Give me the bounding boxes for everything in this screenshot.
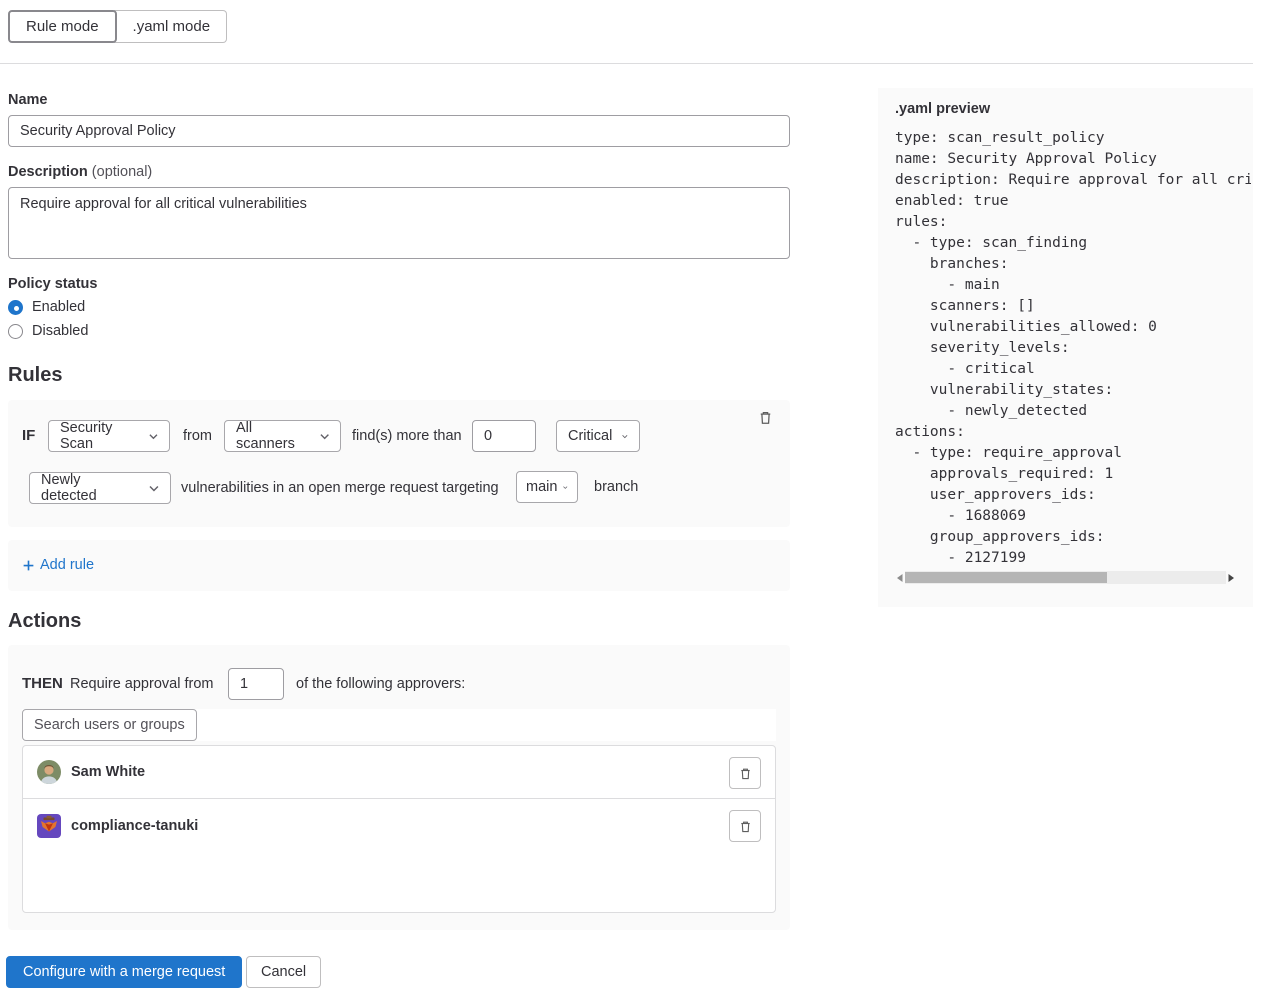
configure-merge-request-button[interactable]: Configure with a merge request xyxy=(6,956,242,988)
branch-label: branch xyxy=(594,479,638,495)
rules-heading: Rules xyxy=(8,364,62,387)
yaml-preview-title: .yaml preview xyxy=(895,101,990,117)
rule-mode-tab[interactable]: Rule mode xyxy=(8,10,117,43)
policy-status-disabled-radio[interactable]: Disabled xyxy=(8,323,88,339)
approvals-required-input[interactable] xyxy=(228,668,284,700)
chevron-down-icon xyxy=(149,433,158,440)
then-label: THEN xyxy=(22,675,63,692)
scroll-right-icon[interactable] xyxy=(1226,571,1236,584)
approver-name: Sam White xyxy=(71,764,145,780)
from-label: from xyxy=(183,428,212,444)
mode-toggle: Rule mode .yaml mode xyxy=(8,10,227,43)
remove-approver-button[interactable] xyxy=(729,757,761,789)
radio-selected-icon xyxy=(8,300,23,315)
radio-unselected-icon xyxy=(8,324,23,339)
severity-dropdown[interactable]: Critical xyxy=(556,420,640,452)
branch-value: main xyxy=(526,479,557,495)
scan-type-dropdown[interactable]: Security Scan xyxy=(48,420,170,452)
scrollbar-thumb[interactable] xyxy=(905,572,1107,583)
header-divider xyxy=(0,63,1253,64)
actions-heading: Actions xyxy=(8,610,81,633)
chevron-down-icon xyxy=(563,484,568,491)
name-label: Name xyxy=(8,92,48,108)
approver-search-strip: Search users or groups xyxy=(22,709,776,741)
chevron-down-icon xyxy=(149,485,159,492)
scrollbar-track[interactable] xyxy=(905,571,1226,584)
trash-icon xyxy=(738,819,753,834)
vulnerability-state-dropdown[interactable]: Newly detected xyxy=(29,472,171,504)
add-rule-label: Add rule xyxy=(40,557,94,573)
add-rule-card: Add rule xyxy=(8,540,790,591)
plus-icon xyxy=(22,559,35,572)
vulnerability-state-value: Newly detected xyxy=(41,472,139,504)
vulnerabilities-allowed-input[interactable] xyxy=(472,420,536,452)
if-label: IF xyxy=(22,427,35,444)
rule-card: IF Security Scan from All scanners find(… xyxy=(8,400,790,527)
horizontal-scrollbar[interactable] xyxy=(895,571,1236,584)
targeting-label: vulnerabilities in an open merge request… xyxy=(181,480,499,496)
require-approval-label: Require approval from xyxy=(70,676,213,692)
policy-status-label: Policy status xyxy=(8,276,97,292)
approver-search-input[interactable]: Search users or groups xyxy=(22,709,197,741)
scanners-dropdown[interactable]: All scanners xyxy=(224,420,341,452)
description-input[interactable]: Require approval for all critical vulner… xyxy=(8,187,790,259)
add-rule-button[interactable]: Add rule xyxy=(22,557,94,573)
trash-icon xyxy=(757,409,774,426)
branch-dropdown[interactable]: main xyxy=(516,471,578,503)
list-item: Sam White xyxy=(23,746,775,799)
policy-editor-page: Rule mode .yaml mode Name Description (o… xyxy=(0,0,1264,1006)
scanners-value: All scanners xyxy=(236,420,310,452)
list-item: compliance-tanuki xyxy=(23,799,775,852)
disabled-radio-label: Disabled xyxy=(32,323,88,339)
description-optional-text: (optional) xyxy=(92,164,152,180)
following-approvers-label: of the following approvers: xyxy=(296,676,465,692)
description-label-text: Description xyxy=(8,164,88,180)
delete-rule-button[interactable] xyxy=(757,409,774,426)
yaml-preview-panel: .yaml preview type: scan_result_policy n… xyxy=(878,88,1253,607)
cancel-button[interactable]: Cancel xyxy=(246,956,321,988)
scroll-left-icon[interactable] xyxy=(895,571,905,584)
chevron-down-icon xyxy=(320,433,329,440)
enabled-radio-label: Enabled xyxy=(32,299,85,315)
avatar xyxy=(37,760,61,784)
description-label: Description (optional) xyxy=(8,164,152,180)
severity-value: Critical xyxy=(568,428,612,444)
approver-list: Sam White xyxy=(22,745,776,913)
remove-approver-button[interactable] xyxy=(729,810,761,842)
yaml-mode-tab[interactable]: .yaml mode xyxy=(114,10,228,43)
trash-icon xyxy=(738,766,753,781)
action-card: THEN Require approval from of the follow… xyxy=(8,645,790,930)
finds-more-than-label: find(s) more than xyxy=(352,428,462,444)
yaml-preview-code: type: scan_result_policy name: Security … xyxy=(895,128,1251,569)
chevron-down-icon xyxy=(622,433,628,440)
name-input[interactable] xyxy=(8,115,790,147)
avatar xyxy=(37,814,61,838)
policy-status-enabled-radio[interactable]: Enabled xyxy=(8,299,85,315)
approver-name: compliance-tanuki xyxy=(71,818,198,834)
scan-type-value: Security Scan xyxy=(60,420,139,452)
